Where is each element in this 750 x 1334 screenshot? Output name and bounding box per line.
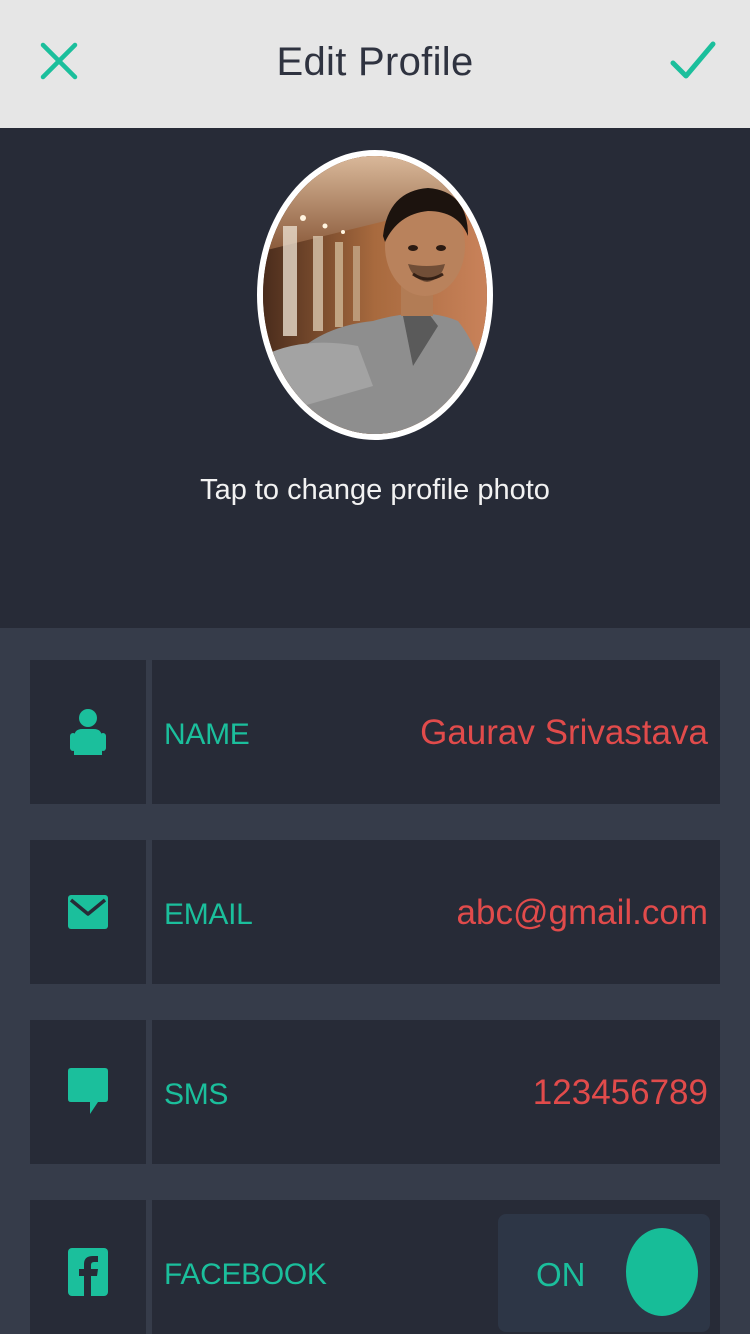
profile-header: Tap to change profile photo xyxy=(0,128,750,628)
name-label: NAME xyxy=(164,718,250,751)
sms-input[interactable]: 123456789 xyxy=(533,1020,708,1164)
save-button[interactable] xyxy=(660,28,726,94)
envelope-icon xyxy=(68,895,108,929)
name-row: NAME Gaurav Srivastava xyxy=(30,660,720,804)
facebook-toggle[interactable]: ON xyxy=(498,1214,710,1332)
chat-bubble-icon xyxy=(68,1068,108,1114)
sms-row: SMS 123456789 xyxy=(30,1020,720,1164)
name-icon-cell xyxy=(30,660,146,804)
page-title: Edit Profile xyxy=(276,40,474,84)
checkmark-icon xyxy=(670,41,716,79)
email-icon-cell xyxy=(30,840,146,984)
email-row: EMAIL abc@gmail.com xyxy=(30,840,720,984)
edit-profile-screen: Edit Profile Tap to change profile photo… xyxy=(0,0,750,1334)
profile-photo[interactable] xyxy=(257,150,493,440)
facebook-label: FACEBOOK xyxy=(164,1258,327,1291)
profile-photo-image xyxy=(263,156,487,434)
name-field[interactable]: NAME Gaurav Srivastava xyxy=(152,660,720,804)
email-label: EMAIL xyxy=(164,898,253,931)
facebook-row: FACEBOOK ON xyxy=(30,1200,720,1334)
person-icon xyxy=(70,709,106,755)
facebook-icon-cell xyxy=(30,1200,146,1334)
sms-field[interactable]: SMS 123456789 xyxy=(152,1020,720,1164)
toggle-state-text: ON xyxy=(536,1256,586,1293)
email-field[interactable]: EMAIL abc@gmail.com xyxy=(152,840,720,984)
change-photo-label[interactable]: Tap to change profile photo xyxy=(0,474,750,507)
facebook-icon xyxy=(68,1248,108,1296)
sms-label: SMS xyxy=(164,1078,229,1111)
sms-icon-cell xyxy=(30,1020,146,1164)
nav-bar: Edit Profile xyxy=(0,0,750,128)
email-input[interactable]: abc@gmail.com xyxy=(457,840,708,984)
name-input[interactable]: Gaurav Srivastava xyxy=(420,660,708,804)
facebook-field: FACEBOOK ON xyxy=(152,1200,720,1334)
toggle-knob[interactable] xyxy=(626,1228,698,1316)
